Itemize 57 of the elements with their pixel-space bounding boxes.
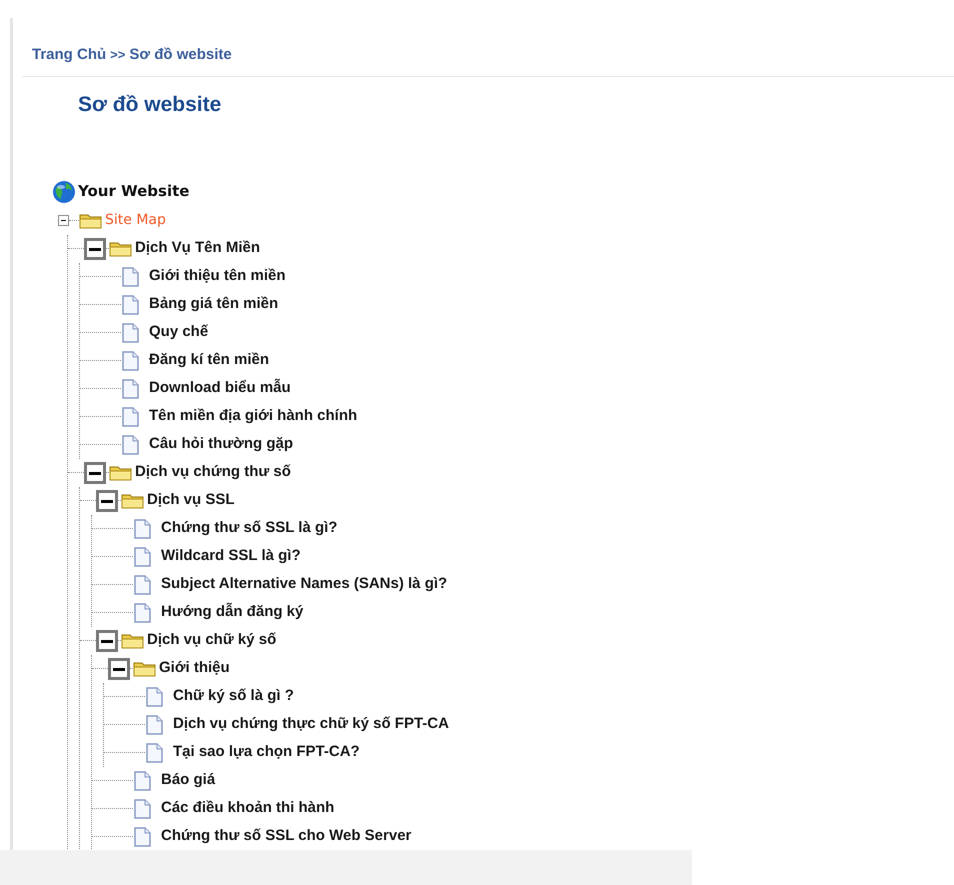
page-icon	[121, 294, 139, 314]
breadcrumb-link[interactable]: Sơ đồ website	[129, 44, 232, 66]
collapse-toggle[interactable]	[96, 630, 118, 652]
sitemap-link[interactable]: Các điều khoản thi hành	[161, 797, 334, 820]
breadcrumb-link[interactable]: Trang Chủ	[32, 44, 106, 66]
sitemap-link[interactable]: Dịch vụ SSL	[147, 489, 235, 512]
breadcrumb-separator: >>	[110, 46, 126, 64]
collapse-toggle[interactable]	[84, 462, 106, 484]
sitemap-link[interactable]: Download biểu mẫu	[149, 377, 291, 400]
site-root-label: Your Website	[78, 181, 190, 202]
page-icon	[121, 350, 139, 370]
sitemap-link[interactable]: Dịch vụ chứng thực chữ ký số FPT-CA	[173, 713, 449, 736]
page-icon	[121, 266, 139, 286]
sitemap-link[interactable]: Dịch vụ chứng thư số	[135, 461, 291, 484]
collapse-toggle[interactable]	[96, 490, 118, 512]
page-icon	[145, 742, 163, 762]
sitemap-link[interactable]: Chứng thư số SSL là gì?	[161, 517, 338, 540]
page-icon	[121, 434, 139, 454]
collapse-toggle[interactable]	[108, 658, 130, 680]
folder-icon	[121, 632, 145, 650]
sitemap-link[interactable]: Giới thiệu tên miền	[149, 265, 286, 288]
page-icon	[133, 574, 151, 594]
page-icon	[133, 602, 151, 622]
page-icon	[133, 518, 151, 538]
folder-icon	[79, 212, 103, 230]
sitemap-link[interactable]: Báo giá	[161, 769, 216, 792]
sitemap-link[interactable]: Giới thiệu	[159, 657, 230, 680]
folder-icon	[109, 464, 133, 482]
sitemap-link[interactable]: Tại sao lựa chọn FPT-CA?	[173, 741, 360, 764]
sitemap-link[interactable]: Hướng dẫn đăng ký	[161, 601, 304, 624]
globe-icon	[52, 180, 76, 204]
page-icon	[133, 770, 151, 790]
page-icon	[133, 826, 151, 846]
folder-icon	[133, 660, 157, 678]
sitemap-link[interactable]: Dịch vụ chữ ký số	[147, 629, 276, 652]
sitemap-link[interactable]: Wildcard SSL là gì?	[161, 545, 301, 568]
page-icon	[121, 322, 139, 342]
sitemap-link[interactable]: Dịch Vụ Tên Miền	[135, 237, 260, 260]
sitemap-link[interactable]: Chữ ký số là gì ?	[173, 685, 294, 708]
collapse-toggle[interactable]	[84, 238, 106, 260]
folder-icon	[109, 240, 133, 258]
sitemap-link[interactable]: Quy chế	[149, 321, 208, 344]
page-icon	[133, 798, 151, 818]
page-icon	[121, 406, 139, 426]
page-title: Sơ đồ website	[78, 92, 222, 118]
folder-icon	[121, 492, 145, 510]
page-icon	[133, 546, 151, 566]
sitemap-link[interactable]: Chứng thư số SSL cho Web Server	[161, 825, 412, 848]
sitemap-link[interactable]: Tên miền địa giới hành chính	[149, 405, 358, 428]
sitemap-link[interactable]: Đăng kí tên miền	[149, 349, 270, 372]
page-icon	[145, 686, 163, 706]
sitemap-link[interactable]: Câu hỏi thường gặp	[149, 433, 294, 456]
sitemap-link[interactable]: Bảng giá tên miền	[149, 293, 278, 316]
page-icon	[145, 714, 163, 734]
sitemap-link[interactable]: Subject Alternative Names (SANs) là gì?	[161, 573, 448, 596]
collapse-toggle[interactable]	[58, 215, 69, 226]
page-icon	[121, 378, 139, 398]
